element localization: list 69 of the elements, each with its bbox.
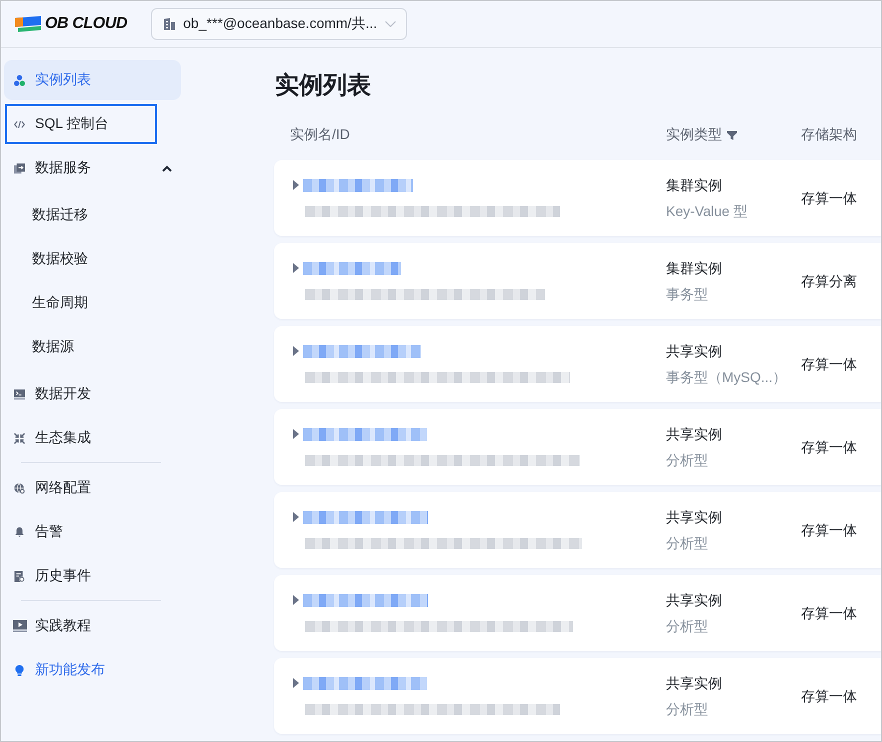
instance-row[interactable]: 集群实例 Key-Value 型 存算一体 [274,160,881,236]
instance-type: 共享实例 [666,674,723,693]
instance-type-detail: 分析型 [666,451,709,470]
storage-architecture: 存算一体 [801,522,857,538]
sidebar-item[interactable]: 实例列表 [4,60,181,100]
instance-type-detail: 分析型 [666,534,709,553]
sidebar-item[interactable]: SQL 控制台 [5,104,157,144]
expand-caret-icon[interactable] [293,429,299,439]
sidebar-subitem[interactable]: 数据迁移 [4,195,181,235]
lightbulb-icon [14,664,25,676]
instance-row[interactable]: 集群实例 事务型 存算分离 [274,243,881,319]
column-header: 实例类型 [666,126,722,144]
play-screen-icon [13,620,27,632]
bell-icon [15,527,24,537]
column-header: 实例名/ID [290,126,350,144]
instance-row[interactable]: 共享实例 事务型（MySQ...） 存算一体 [274,326,881,402]
expand-caret-icon[interactable] [293,512,299,522]
stacked-squares-icon [14,162,25,174]
sidebar-subitem[interactable]: 生命周期 [4,283,181,323]
sidebar-subitem[interactable]: 数据源 [4,327,181,367]
sidebar-item[interactable]: 数据服务 [4,148,181,188]
filter-icon[interactable] [727,130,737,140]
instance-type-detail: 分析型 [666,617,709,636]
sidebar-item[interactable]: 网络配置 [4,468,181,508]
storage-architecture: 存算一体 [801,439,857,455]
sidebar-item[interactable]: 数据开发 [4,374,181,414]
instance-type: 共享实例 [666,508,723,527]
corner-arrows-icon [14,432,25,444]
expand-caret-icon[interactable] [293,678,299,688]
instance-type-detail: 事务型 [666,285,709,304]
terminal-icon [14,388,25,400]
instance-type: 共享实例 [666,425,723,444]
logo-text: OB CLOUD [45,15,128,33]
instance-type: 共享实例 [666,591,723,610]
sidebar-item[interactable]: 生态集成 [4,418,181,458]
storage-architecture: 存算一体 [801,356,857,372]
storage-architecture: 存算一体 [801,688,857,704]
sidebar-item[interactable]: 告警 [4,512,181,552]
instance-row[interactable]: 共享实例 分析型 存算一体 [274,575,881,651]
instance-row[interactable]: 共享实例 分析型 存算一体 [274,492,881,568]
column-header: 存储架构 [801,126,857,144]
expand-caret-icon[interactable] [293,263,299,273]
logo-icon [15,16,41,32]
storage-architecture: 存算一体 [801,190,857,206]
instance-row[interactable]: 共享实例 分析型 存算一体 [274,658,881,734]
globe-gear-icon [14,482,25,494]
instance-type: 集群实例 [666,176,723,195]
sidebar-subitem[interactable]: 数据校验 [4,239,181,279]
expand-caret-icon[interactable] [293,180,299,190]
account-selector[interactable]: ob_***@oceanbase.comm/共... [151,8,408,40]
instance-row[interactable]: 共享实例 分析型 存算一体 [274,409,881,485]
instance-type-detail: 分析型 [666,700,709,719]
storage-architecture: 存算一体 [801,605,857,621]
sidebar-item[interactable]: 实践教程 [4,606,181,646]
code-icon [14,118,25,130]
expand-caret-icon[interactable] [293,595,299,605]
instance-type: 集群实例 [666,259,723,278]
sidebar-item[interactable]: 历史事件 [4,556,181,596]
chevron-down-icon [385,21,396,27]
instance-type-detail: 事务型（MySQ...） [666,368,788,387]
instance-type-detail: Key-Value 型 [666,202,748,221]
document-badge-icon [14,570,25,582]
sidebar-item[interactable]: 新功能发布 [4,650,181,690]
instance-type: 共享实例 [666,342,723,361]
storage-architecture: 存算分离 [801,273,857,289]
expand-caret-icon[interactable] [293,346,299,356]
cluster-dots-icon [14,74,25,86]
building-icon [164,18,176,30]
page-title: 实例列表 [275,71,372,101]
